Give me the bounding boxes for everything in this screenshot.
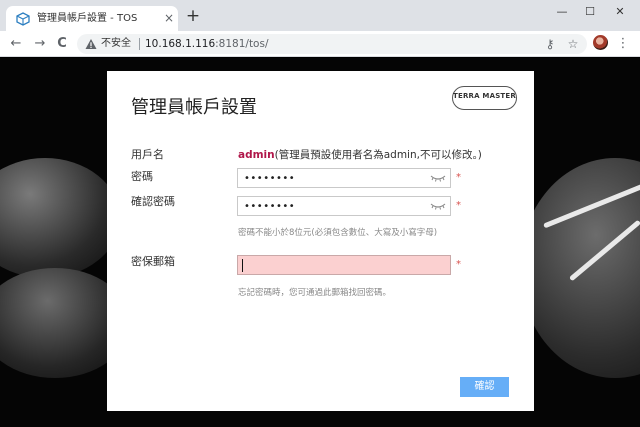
browser-tab[interactable]: 管理員帳戶設置 - TOS × [6, 6, 178, 31]
password-hint: 密碼不能小於8位元(必須包含數位、大寫及小寫字母) [238, 228, 438, 238]
username-row: admin(管理員預設使用者名為admin,不可以修改。) [238, 148, 482, 162]
confirm-button[interactable]: 確認 [460, 377, 509, 397]
back-button[interactable]: ← [7, 35, 25, 53]
profile-avatar[interactable] [593, 35, 608, 50]
url-path: :8181/tos/ [215, 38, 269, 50]
confirm-password-value: •••••••• [244, 201, 296, 212]
tab-title: 管理員帳戶設置 - TOS [37, 13, 138, 24]
password-value: •••••••• [244, 173, 296, 184]
password-required-mark: * [456, 172, 461, 183]
key-icon[interactable]: ⚷ [543, 37, 557, 51]
logo-text: TERRA MASTER [453, 92, 516, 100]
email-hint: 忘記密碼時，您可通過此郵箱找回密碼。 [238, 288, 392, 298]
star-icon[interactable]: ☆ [566, 37, 580, 51]
admin-setup-dialog: 管理員帳戶設置 TERRA MASTER 用戶名 admin(管理員預設使用者名… [107, 71, 534, 411]
background-stone [0, 158, 120, 278]
eye-closed-icon[interactable] [430, 172, 446, 184]
password-input[interactable]: •••••••• [237, 168, 451, 188]
forward-button[interactable]: → [31, 35, 49, 53]
url-host: 10.168.1.116 [145, 38, 216, 50]
maximize-button[interactable]: ☐ [579, 4, 601, 20]
menu-icon[interactable]: ⋮ [616, 35, 630, 53]
dialog-title: 管理員帳戶設置 [131, 97, 257, 118]
new-tab-button[interactable]: + [185, 8, 201, 25]
text-cursor [242, 259, 243, 272]
tab-close-icon[interactable]: × [162, 11, 176, 25]
confirm-password-input[interactable]: •••••••• [237, 196, 451, 216]
password-label: 密碼 [131, 170, 153, 183]
close-window-button[interactable]: ✕ [609, 4, 631, 20]
browser-toolbar: ← → C 不安全 10.168.1.116:8181/tos/ ⚷ ☆ ⋮ [0, 31, 640, 57]
url-separator [139, 38, 140, 50]
url-text[interactable]: 10.168.1.116:8181/tos/ [145, 37, 269, 51]
confirm-password-required-mark: * [456, 200, 461, 211]
confirm-password-label: 確認密碼 [131, 195, 175, 208]
terramaster-logo: TERRA MASTER [452, 86, 517, 110]
browser-titlebar: 管理員帳戶設置 - TOS × + — ☐ ✕ [0, 0, 640, 31]
username-label: 用戶名 [131, 148, 164, 161]
minimize-button[interactable]: — [551, 4, 573, 20]
username-value: admin [238, 149, 275, 161]
security-status-label[interactable]: 不安全 [101, 37, 131, 51]
cube-favicon-icon [16, 12, 30, 26]
email-input[interactable] [237, 255, 451, 275]
username-note: (管理員預設使用者名為admin,不可以修改。) [274, 149, 482, 161]
email-required-mark: * [456, 259, 461, 270]
eye-closed-icon[interactable] [430, 200, 446, 212]
warning-icon [85, 39, 97, 49]
address-bar[interactable]: 不安全 10.168.1.116:8181/tos/ ⚷ ☆ [77, 34, 587, 54]
reload-button[interactable]: C [53, 35, 71, 53]
email-label: 密保郵箱 [131, 255, 175, 268]
